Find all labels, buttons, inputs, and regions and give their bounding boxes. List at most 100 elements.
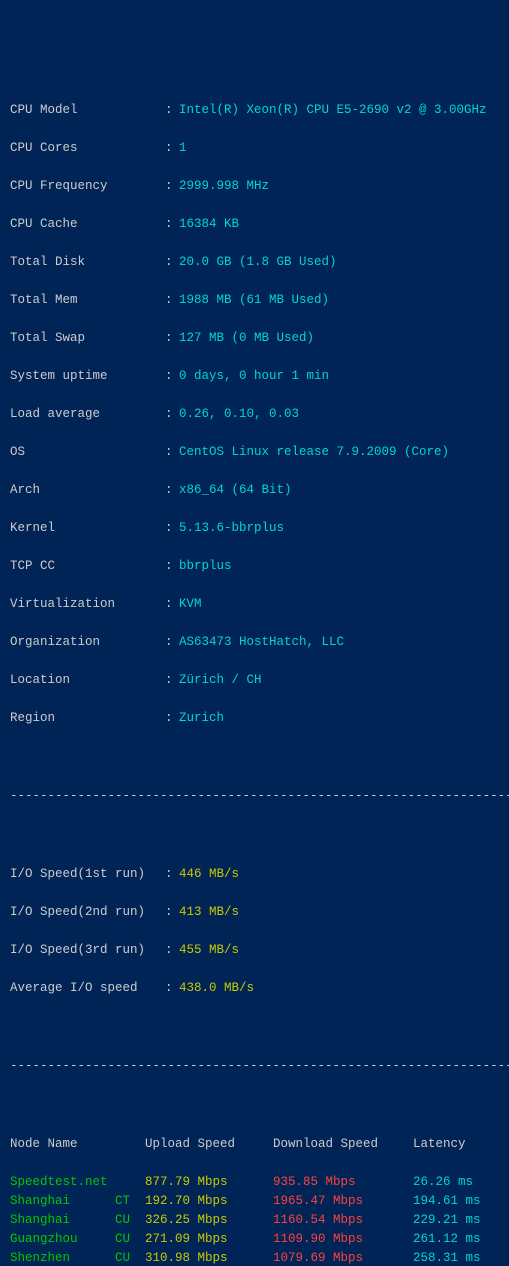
table-row: ShanghaiCU326.25 Mbps1160.54 Mbps229.21 … <box>10 1211 499 1230</box>
col-upload: Upload Speed <box>145 1135 273 1154</box>
colon: : <box>165 519 179 538</box>
cell-upload: 271.09 Mbps <box>145 1230 273 1249</box>
value: Intel(R) Xeon(R) CPU E5-2690 v2 @ 3.00GH… <box>179 101 487 120</box>
value: 0 days, 0 hour 1 min <box>179 367 329 386</box>
colon: : <box>165 709 179 728</box>
io-speed-block: I/O Speed(1st run):446 MB/s I/O Speed(2n… <box>10 846 499 1017</box>
label: Load average <box>10 405 165 424</box>
colon: : <box>165 329 179 348</box>
col-node: Node Name <box>10 1135 115 1154</box>
colon: : <box>165 903 179 922</box>
cell-upload: 877.79 Mbps <box>145 1173 273 1192</box>
row-cpu-cores: CPU Cores:1 <box>10 139 499 158</box>
cell-code <box>115 1173 145 1192</box>
label: Kernel <box>10 519 165 538</box>
label: I/O Speed(1st run) <box>10 865 165 884</box>
cell-node: Guangzhou <box>10 1230 115 1249</box>
divider-2: ----------------------------------------… <box>10 1057 499 1076</box>
label: Organization <box>10 633 165 652</box>
cell-download: 935.85 Mbps <box>273 1173 413 1192</box>
cell-upload: 192.70 Mbps <box>145 1192 273 1211</box>
colon: : <box>165 177 179 196</box>
label: Virtualization <box>10 595 165 614</box>
colon: : <box>165 405 179 424</box>
cell-upload: 326.25 Mbps <box>145 1211 273 1230</box>
cell-node: Shanghai <box>10 1211 115 1230</box>
colon: : <box>165 253 179 272</box>
value: x86_64 (64 Bit) <box>179 481 292 500</box>
table-header: Node Name Upload SpeedDownload SpeedLaten… <box>10 1135 499 1154</box>
row-total-mem: Total Mem:1988 MB (61 MB Used) <box>10 291 499 310</box>
divider-1: ----------------------------------------… <box>10 787 499 806</box>
row-total-swap: Total Swap:127 MB (0 MB Used) <box>10 329 499 348</box>
label: I/O Speed(3rd run) <box>10 941 165 960</box>
label: CPU Model <box>10 101 165 120</box>
cell-download: 1160.54 Mbps <box>273 1211 413 1230</box>
cell-node: Shenzhen <box>10 1249 115 1266</box>
value: CentOS Linux release 7.9.2009 (Core) <box>179 443 449 462</box>
colon: : <box>165 865 179 884</box>
label: CPU Cache <box>10 215 165 234</box>
row-cpu-cache: CPU Cache:16384 KB <box>10 215 499 234</box>
row-cpu-model: CPU Model:Intel(R) Xeon(R) CPU E5-2690 v… <box>10 101 499 120</box>
colon: : <box>165 557 179 576</box>
cell-latency: 261.12 ms <box>413 1230 481 1249</box>
value: 1 <box>179 139 187 158</box>
value: 0.26, 0.10, 0.03 <box>179 405 299 424</box>
col-latency: Latency <box>413 1135 466 1154</box>
label: Arch <box>10 481 165 500</box>
row-io-avg: Average I/O speed:438.0 MB/s <box>10 979 499 998</box>
colon: : <box>165 595 179 614</box>
row-virt: Virtualization:KVM <box>10 595 499 614</box>
system-info-block: CPU Model: Intel(R) Xeon(R) CPU E5-2690 v… <box>10 82 499 747</box>
label: Location <box>10 671 165 690</box>
cell-download: 1109.90 Mbps <box>273 1230 413 1249</box>
row-io-2: I/O Speed(2nd run):413 MB/s <box>10 903 499 922</box>
value: KVM <box>179 595 202 614</box>
table-row: GuangzhouCU271.09 Mbps1109.90 Mbps261.12… <box>10 1230 499 1249</box>
row-load: Load average:0.26, 0.10, 0.03 <box>10 405 499 424</box>
cell-code: CT <box>115 1192 145 1211</box>
value: AS63473 HostHatch, LLC <box>179 633 344 652</box>
row-io-3: I/O Speed(3rd run):455 MB/s <box>10 941 499 960</box>
value: 16384 KB <box>179 215 239 234</box>
label: System uptime <box>10 367 165 386</box>
value: 413 MB/s <box>179 903 239 922</box>
row-org: Organization:AS63473 HostHatch, LLC <box>10 633 499 652</box>
row-tcp-cc: TCP CC:bbrplus <box>10 557 499 576</box>
cell-latency: 258.31 ms <box>413 1249 481 1266</box>
cell-latency: 194.61 ms <box>413 1192 481 1211</box>
colon: : <box>165 941 179 960</box>
cell-code: CU <box>115 1230 145 1249</box>
row-os: OS:CentOS Linux release 7.9.2009 (Core) <box>10 443 499 462</box>
colon: : <box>165 367 179 386</box>
value: 127 MB (0 MB Used) <box>179 329 314 348</box>
cell-latency: 26.26 ms <box>413 1173 473 1192</box>
colon: : <box>165 979 179 998</box>
value: 20.0 GB (1.8 GB Used) <box>179 253 337 272</box>
cell-upload: 310.98 Mbps <box>145 1249 273 1266</box>
cell-download: 1079.69 Mbps <box>273 1249 413 1266</box>
row-arch: Arch:x86_64 (64 Bit) <box>10 481 499 500</box>
label: CPU Cores <box>10 139 165 158</box>
cell-node: Shanghai <box>10 1192 115 1211</box>
cell-code: CU <box>115 1249 145 1266</box>
row-loc: Location:Zürich / CH <box>10 671 499 690</box>
table-row: ShenzhenCU310.98 Mbps1079.69 Mbps258.31 … <box>10 1249 499 1266</box>
col-download: Download Speed <box>273 1135 413 1154</box>
value: 5.13.6-bbrplus <box>179 519 284 538</box>
cell-node: Speedtest.net <box>10 1173 115 1192</box>
label: Total Mem <box>10 291 165 310</box>
row-uptime: System uptime:0 days, 0 hour 1 min <box>10 367 499 386</box>
table-row: Speedtest.net 877.79 Mbps935.85 Mbps26.26… <box>10 1173 499 1192</box>
colon: : <box>165 671 179 690</box>
row-kernel: Kernel:5.13.6-bbrplus <box>10 519 499 538</box>
colon: : <box>165 215 179 234</box>
colon: : <box>165 443 179 462</box>
label: Average I/O speed <box>10 979 165 998</box>
value: Zurich <box>179 709 224 728</box>
row-cpu-freq: CPU Frequency:2999.998 MHz <box>10 177 499 196</box>
value: 2999.998 MHz <box>179 177 269 196</box>
label: I/O Speed(2nd run) <box>10 903 165 922</box>
value: 438.0 MB/s <box>179 979 254 998</box>
